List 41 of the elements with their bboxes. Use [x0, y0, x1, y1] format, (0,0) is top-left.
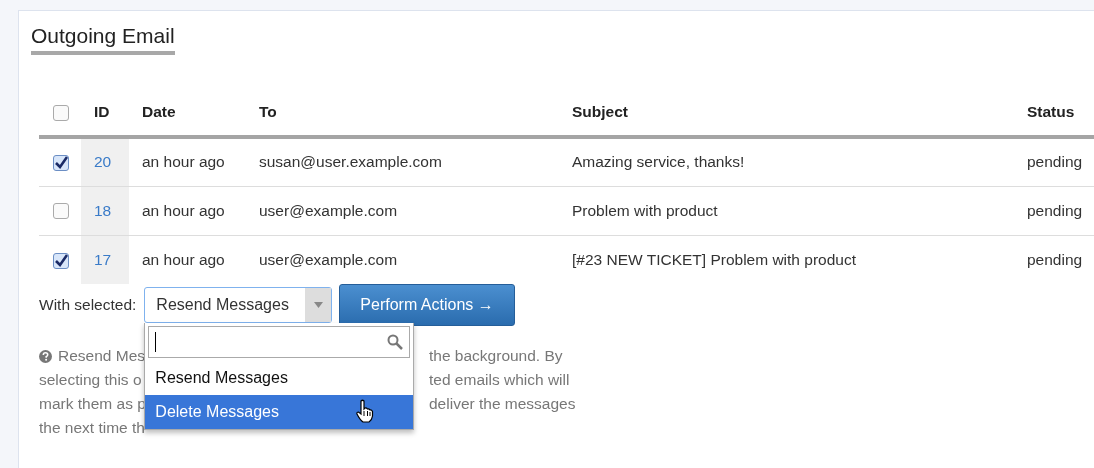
status-cell: pending — [1027, 153, 1083, 171]
status-cell: pending — [1027, 250, 1083, 268]
select-all-checkbox[interactable] — [53, 104, 69, 121]
help-icon — [39, 349, 52, 363]
recipient-cell: user@example.com — [259, 250, 398, 268]
perform-actions-button[interactable]: Perform Actions → — [339, 284, 515, 326]
dropdown-option[interactable]: Resend Messages — [145, 361, 414, 395]
row-checkbox[interactable] — [53, 155, 69, 172]
id-link[interactable]: 17 — [94, 250, 112, 268]
dropdown-option[interactable]: Delete Messages — [145, 395, 414, 429]
column-header: To — [259, 103, 277, 120]
subject-cell: [#23 NEW TICKET] Problem with product — [572, 250, 856, 268]
date-cell: an hour ago — [142, 250, 225, 268]
recipient-cell: susan@user.example.com — [259, 153, 442, 171]
column-header: Date — [142, 103, 176, 120]
help-text: the background. By — [429, 346, 563, 366]
action-select[interactable]: Resend Messages — [144, 287, 333, 323]
column-header: Status — [1027, 103, 1075, 120]
caret-icon — [313, 302, 323, 308]
subject-cell: Amazing service, thanks! — [572, 153, 745, 171]
help-text: ted emails which will — [429, 370, 570, 390]
id-link[interactable]: 20 — [94, 153, 112, 171]
date-cell: an hour ago — [142, 201, 225, 219]
subject-cell: Problem with product — [572, 201, 718, 219]
search-field[interactable] — [148, 326, 411, 358]
search-icon — [387, 334, 404, 350]
date-cell: an hour ago — [142, 153, 225, 171]
column-header: ID — [94, 103, 110, 120]
row-checkbox[interactable] — [53, 252, 69, 269]
help-text: selecting this o — [39, 370, 142, 390]
help-text: the next time th — [39, 418, 145, 438]
column-header: Subject — [572, 103, 628, 120]
id-link[interactable]: 18 — [94, 201, 112, 219]
help-text: Resend Mes — [58, 346, 145, 366]
section-title: Outgoing Email — [31, 23, 175, 55]
help-text: deliver the messages — [429, 394, 576, 414]
hand-cursor-icon — [355, 399, 376, 423]
recipient-cell: user@example.com — [259, 201, 398, 219]
row-checkbox[interactable] — [53, 203, 69, 220]
status-cell: pending — [1027, 201, 1083, 219]
with-selected-label: With selected: — [39, 296, 137, 314]
